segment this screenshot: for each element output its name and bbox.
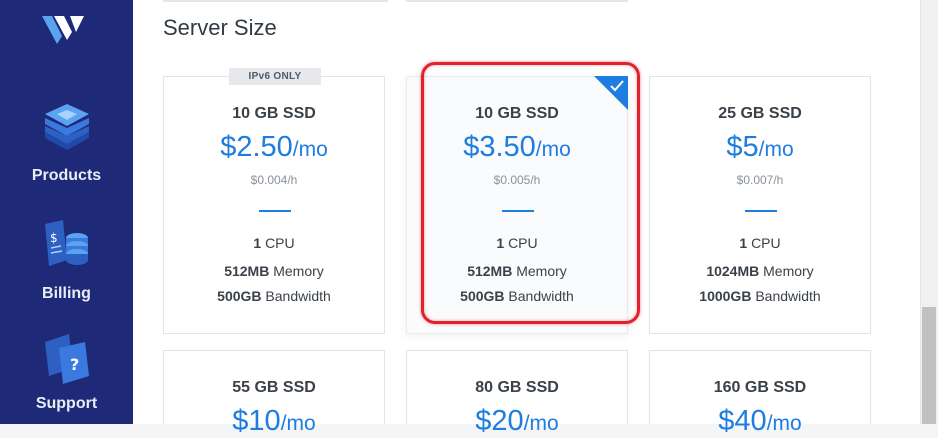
plan-storage: 160 GB SSD (713, 379, 807, 396)
plan-memory: 1024MB Memory (706, 263, 814, 279)
plan-storage: 10 GB SSD (475, 105, 559, 122)
plan-hourly-price: $0.005/h (493, 173, 541, 187)
plan-card[interactable]: 25 GB SSD $5/mo $0.007/h 1 CPU 1024MB Me… (649, 76, 871, 334)
support-icon: ? (0, 332, 133, 391)
content-panel: Server Size IPv6 ONLY 10 GB SSD $2.50/mo… (133, 0, 920, 437)
plan-storage: 10 GB SSD (232, 105, 316, 122)
plan-memory: 512MB Memory (224, 263, 324, 279)
previous-section-edge (163, 0, 388, 2)
plan-hourly-price: $0.007/h (736, 173, 784, 187)
ipv6-only-badge: IPv6 ONLY (229, 68, 321, 85)
sidebar-item-label: Billing (42, 285, 91, 302)
sidebar-item-billing[interactable]: $ Billing (0, 218, 133, 303)
plan-hourly-price: $0.004/h (250, 173, 298, 187)
plan-cpu: 1 CPU (253, 235, 295, 251)
svg-text:$: $ (50, 231, 58, 245)
section-title: Server Size (163, 15, 277, 40)
plan-memory: 512MB Memory (467, 263, 567, 279)
plan-storage: 80 GB SSD (475, 379, 559, 396)
plan-divider (259, 210, 291, 212)
plan-bandwidth: 1000GB Bandwidth (699, 288, 821, 304)
plan-divider (745, 210, 777, 212)
billing-icon: $ (0, 218, 133, 277)
svg-text:?: ? (70, 355, 79, 374)
plan-price: $40/mo (718, 405, 802, 437)
plan-card[interactable]: 80 GB SSD $20/mo (406, 350, 628, 437)
plan-price: $3.50/mo (463, 131, 571, 163)
plan-bandwidth: 500GB Bandwidth (217, 288, 331, 304)
sidebar-item-products[interactable]: Products (0, 100, 133, 185)
plan-card[interactable]: 55 GB SSD $10/mo (163, 350, 385, 437)
sidebar-item-support[interactable]: ? Support (0, 332, 133, 413)
plan-storage: 25 GB SSD (718, 105, 802, 122)
plan-price: $2.50/mo (220, 131, 328, 163)
previous-section-edge (406, 0, 628, 2)
scrollbar-thumb[interactable] (922, 307, 936, 424)
main-content: Server Size IPv6 ONLY 10 GB SSD $2.50/mo… (133, 0, 920, 437)
plan-price: $10/mo (232, 405, 316, 437)
layers-icon (0, 100, 133, 163)
plan-cpu: 1 CPU (496, 235, 538, 251)
sidebar-item-label: Support (35, 395, 98, 412)
plan-storage: 55 GB SSD (232, 379, 316, 396)
plan-price: $5/mo (726, 131, 794, 163)
check-icon (609, 79, 625, 93)
vultr-logo-icon[interactable] (40, 14, 88, 54)
plan-price: $20/mo (475, 405, 559, 437)
plan-card-selected[interactable]: 10 GB SSD $3.50/mo $0.005/h 1 CPU 512MB … (406, 76, 628, 334)
sidebar: Products $ Billing ? Support (0, 0, 133, 424)
plan-cpu: 1 CPU (739, 235, 781, 251)
plan-card[interactable]: IPv6 ONLY 10 GB SSD $2.50/mo $0.004/h 1 … (163, 68, 385, 334)
plan-bandwidth: 500GB Bandwidth (460, 288, 574, 304)
plan-divider (502, 210, 534, 212)
plan-card[interactable]: 160 GB SSD $40/mo (649, 350, 871, 437)
sidebar-item-label: Products (31, 167, 102, 184)
